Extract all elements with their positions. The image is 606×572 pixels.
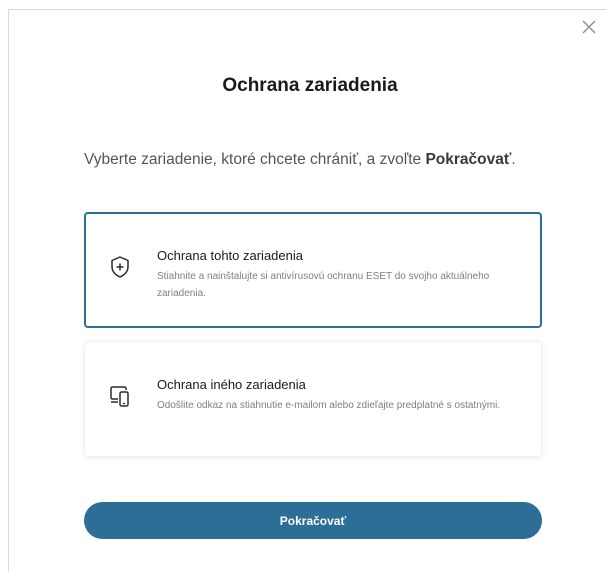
instruction-end: . <box>511 151 516 168</box>
dialog-top-border <box>9 9 606 10</box>
option-desc-this-device: Stiahnite a nainštalujte si antivírusovú… <box>157 271 490 299</box>
devices-icon <box>110 386 129 407</box>
close-icon <box>582 20 596 34</box>
option-title-other-device: Ochrana iného zariadenia <box>157 377 306 392</box>
option-card-other-device[interactable]: Ochrana iného zariadenia Odošlite odkaz … <box>84 341 542 457</box>
instruction-bold: Pokračovať <box>425 151 512 168</box>
option-desc-other-device: Odošlite odkaz na stiahnutie e-mailom al… <box>157 400 501 411</box>
instruction-text: Vyberte zariadenie, ktoré chcete chrániť… <box>84 148 524 172</box>
protect-device-dialog: Ochrana zariadenia Vyberte zariadenie, k… <box>0 0 606 572</box>
dialog-title: Ochrana zariadenia <box>222 75 398 96</box>
instruction-main: Vyberte zariadenie, ktoré chcete chrániť… <box>84 151 426 168</box>
option-card-this-device[interactable]: Ochrana tohto zariadenia Stiahnite a nai… <box>84 212 542 328</box>
close-button[interactable] <box>580 18 598 36</box>
continue-button[interactable]: Pokračovať <box>84 502 542 539</box>
shield-plus-icon <box>111 256 129 278</box>
option-title-this-device: Ochrana tohto zariadenia <box>157 248 303 263</box>
